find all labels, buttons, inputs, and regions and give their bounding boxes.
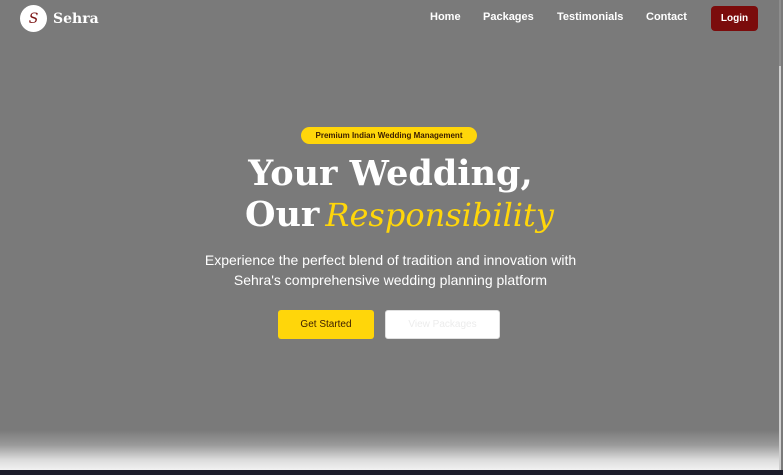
brand-mark-icon: S — [20, 5, 47, 32]
login-button[interactable]: Login — [711, 6, 758, 31]
brand-logo[interactable]: S Sehra — [20, 5, 99, 32]
hero-subtitle-line1: Experience the perfect blend of traditio… — [204, 252, 577, 268]
view-packages-button[interactable]: View Packages — [385, 310, 500, 339]
page-scrollbar[interactable] — [779, 0, 781, 470]
bottom-edge — [0, 470, 783, 475]
hero-headline-responsibility: Responsibility — [325, 196, 554, 234]
nav-link-testimonials[interactable]: Testimonials — [557, 11, 623, 23]
nav-link-packages[interactable]: Packages — [483, 11, 534, 23]
hero-subtitle-line2: Sehra's comprehensive wedding planning p… — [233, 272, 548, 288]
nav-link-contact[interactable]: Contact — [646, 11, 687, 23]
nav-link-home[interactable]: Home — [430, 11, 461, 23]
top-navigation: S Sehra Home Packages Testimonials Conta… — [0, 0, 781, 36]
hero-headline-our: Our — [245, 194, 320, 235]
hero-headline-line1: Your Wedding, — [248, 153, 533, 194]
landing-page: S Sehra Home Packages Testimonials Conta… — [0, 0, 781, 470]
hero-headline-line2: Our Responsibility — [245, 193, 554, 241]
hero-badge: Premium Indian Wedding Management — [301, 127, 477, 144]
hero-subtitle: Experience the perfect blend of traditio… — [0, 250, 781, 290]
scrollbar-thumb[interactable] — [779, 0, 781, 66]
get-started-button[interactable]: Get Started — [278, 310, 374, 339]
brand-name: Sehra — [53, 10, 99, 27]
